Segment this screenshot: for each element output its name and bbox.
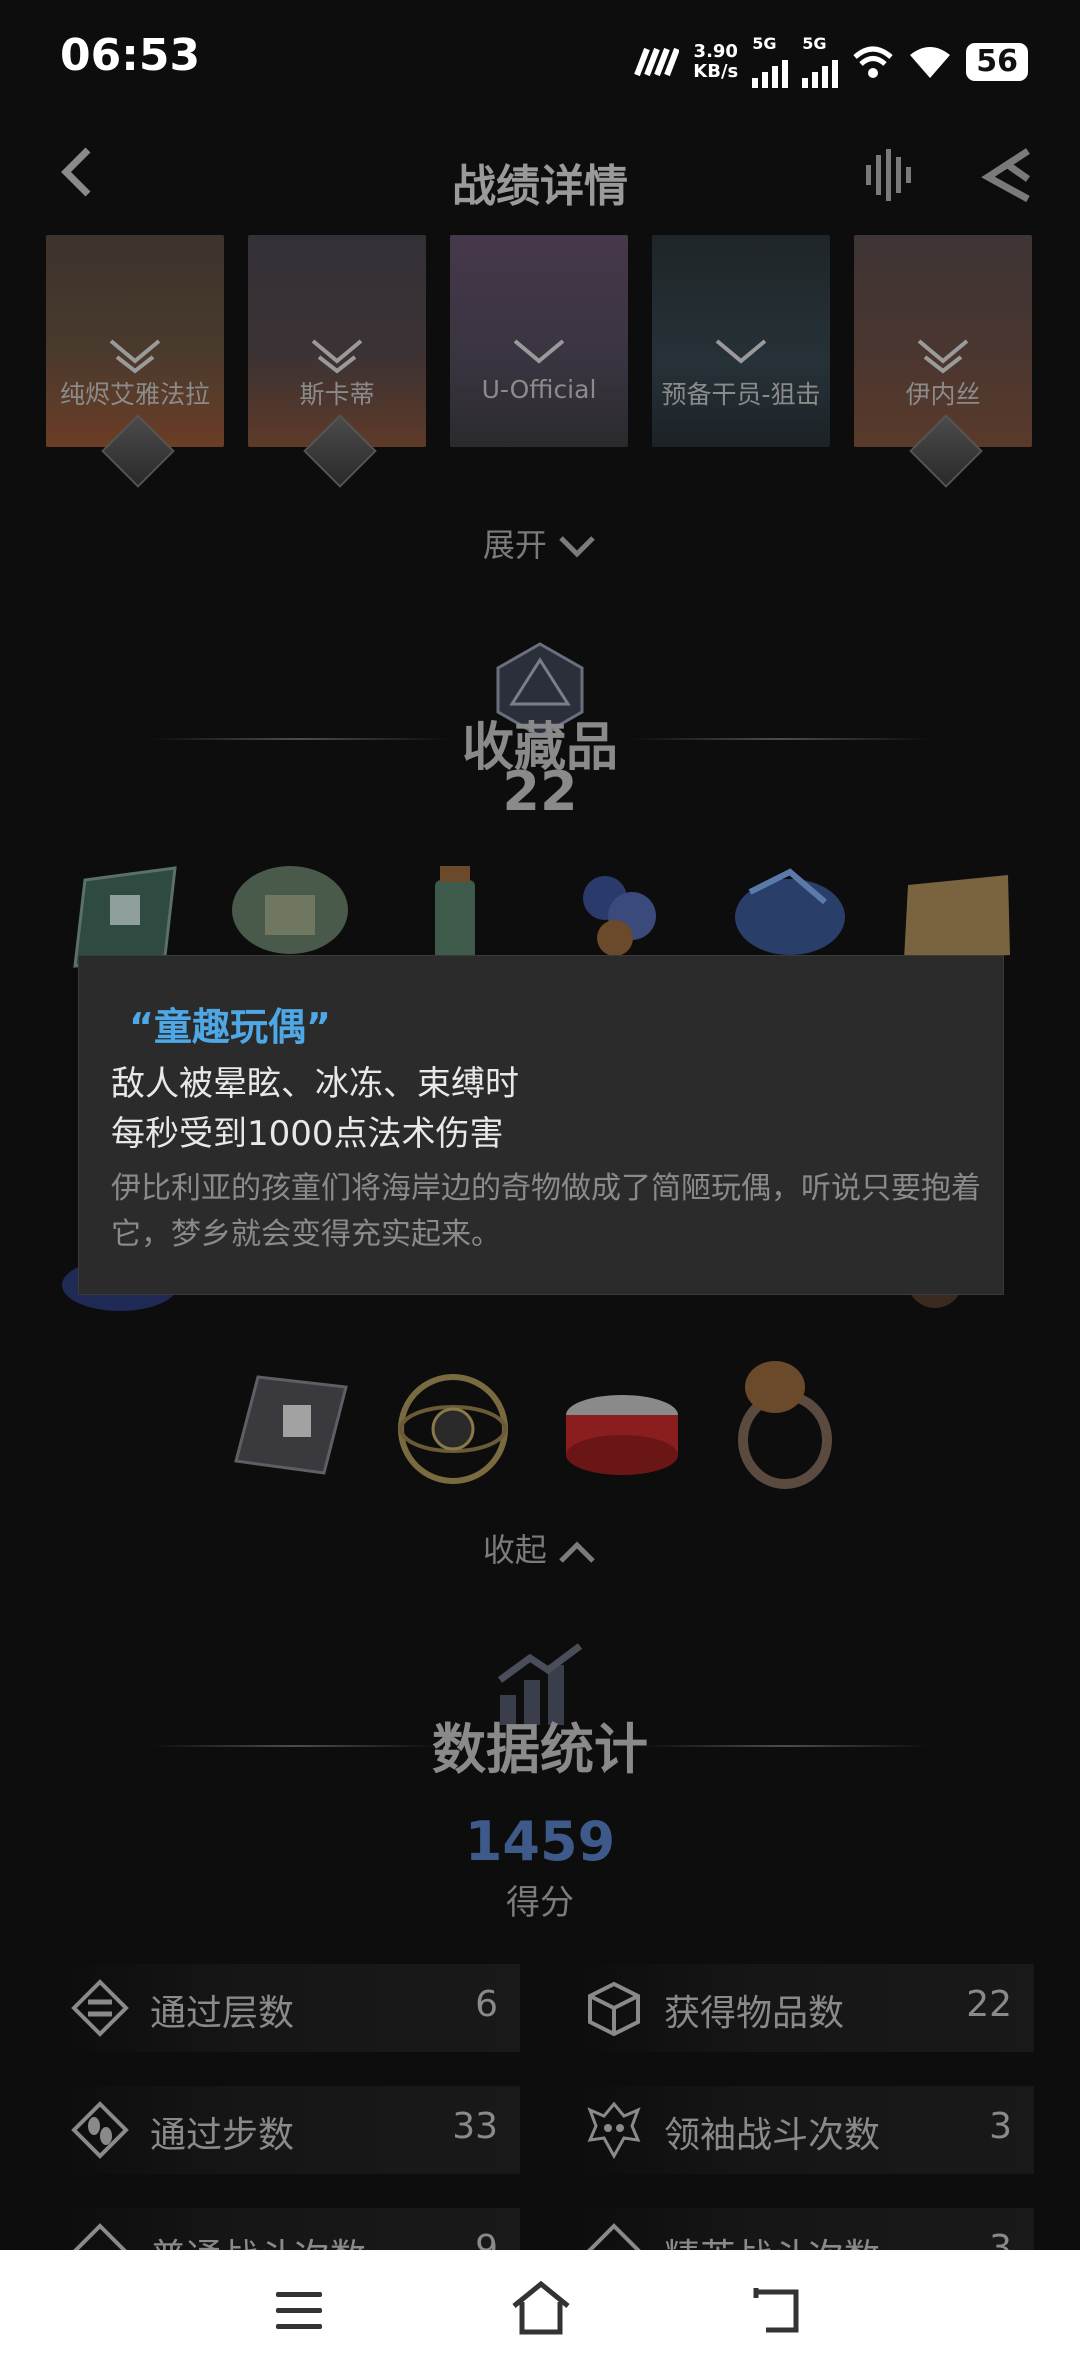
relic-orb-cluster-icon[interactable] (570, 858, 670, 968)
net-speed: 3.90 KB/s (693, 41, 739, 82)
elite-rank-icon (715, 339, 767, 364)
signal-sim1-icon: 5G (752, 36, 789, 88)
tooltip-title: “童趣玩偶” (129, 1005, 331, 1049)
relic-parchment-icon[interactable] (898, 870, 1018, 965)
chevron-up-icon (559, 1541, 595, 1563)
status-indicators: 3.90 KB/s 5G 5G 56 (633, 36, 1028, 88)
status-time: 06:53 (60, 30, 201, 81)
expand-button[interactable]: 展开 (0, 520, 1080, 566)
home-icon[interactable] (510, 2280, 572, 2336)
chevron-down-icon (559, 536, 595, 558)
relic-canister-icon[interactable] (420, 860, 490, 970)
collection-count: 22 (502, 760, 578, 823)
operator-card[interactable]: 斯卡蒂 (248, 235, 426, 447)
relic-tin-can-icon[interactable] (560, 1385, 685, 1485)
operator-card[interactable]: U-Official (450, 235, 628, 447)
elite-rank-icon (311, 339, 363, 374)
relic-fish-icon[interactable] (730, 862, 855, 967)
stat-items-obtained: 获得物品数 22 (574, 1964, 1034, 2052)
wifi-icon (910, 47, 951, 78)
stat-steps-passed: 通过步数 33 (60, 2086, 520, 2174)
voice-waveform-icon[interactable] (860, 145, 920, 205)
share-icon[interactable] (978, 145, 1038, 205)
operator-name: U-Official (481, 375, 597, 404)
stats-title: 数据统计 (432, 1718, 648, 1781)
operator-card[interactable]: 伊内丝 (854, 235, 1032, 447)
operator-card[interactable]: 预备干员-狙击 (652, 235, 830, 447)
hotspot-icon (853, 46, 893, 78)
battery-indicator: 56 (966, 43, 1028, 81)
operator-name: 纯烬艾雅法拉 (59, 380, 210, 409)
data-saver-icon (634, 47, 680, 77)
collapse-button[interactable]: 收起 (0, 1525, 1080, 1571)
operator-card[interactable]: 纯烬艾雅法拉 (46, 235, 224, 447)
elite-rank-icon (917, 339, 969, 374)
relic-ring-icon[interactable] (730, 1355, 840, 1490)
relic-tooltip: “童趣玩偶” 敌人被晕眩、冰冻、束缚时 每秒受到1000点法术伤害 伊比利亚的孩… (78, 955, 1004, 1295)
operator-name: 预备干员-狙击 (661, 380, 821, 409)
box-icon (588, 1981, 640, 2037)
back-icon[interactable] (752, 2286, 806, 2336)
relic-scrap-icon[interactable] (225, 855, 355, 965)
menu-icon[interactable] (274, 2288, 324, 2334)
stat-leader-battles: 领袖战斗次数 3 (574, 2086, 1034, 2174)
relic-manual-icon[interactable] (228, 1365, 353, 1480)
elite-rank-icon (513, 339, 565, 364)
tooltip-effect: 敌人被晕眩、冰冻、束缚时 每秒受到1000点法术伤害 (111, 1064, 519, 1154)
boss-skull-icon (587, 2101, 641, 2160)
relic-astrolabe-icon[interactable] (392, 1368, 514, 1490)
relic-book-icon[interactable] (65, 860, 190, 970)
tooltip-description: 伊比利亚的孩童们将海岸边的奇物做成了简陋玩偶，听说只要抱着它，梦乡就会变得充实起… (111, 1171, 981, 1252)
signal-sim2-icon: 5G (802, 36, 839, 88)
stat-floors-passed: 通过层数 6 (60, 1964, 520, 2052)
operator-name: 伊内丝 (905, 380, 981, 409)
score-label: 得分 (506, 1883, 574, 1923)
score-value: 1459 (464, 1810, 616, 1873)
floors-icon (71, 1979, 129, 2037)
operator-name: 斯卡蒂 (299, 380, 375, 409)
status-bar: 06:53 3.90 KB/s 5G 5G 56 (0, 0, 1080, 120)
footsteps-icon (71, 2101, 129, 2159)
elite-rank-icon (109, 339, 161, 374)
